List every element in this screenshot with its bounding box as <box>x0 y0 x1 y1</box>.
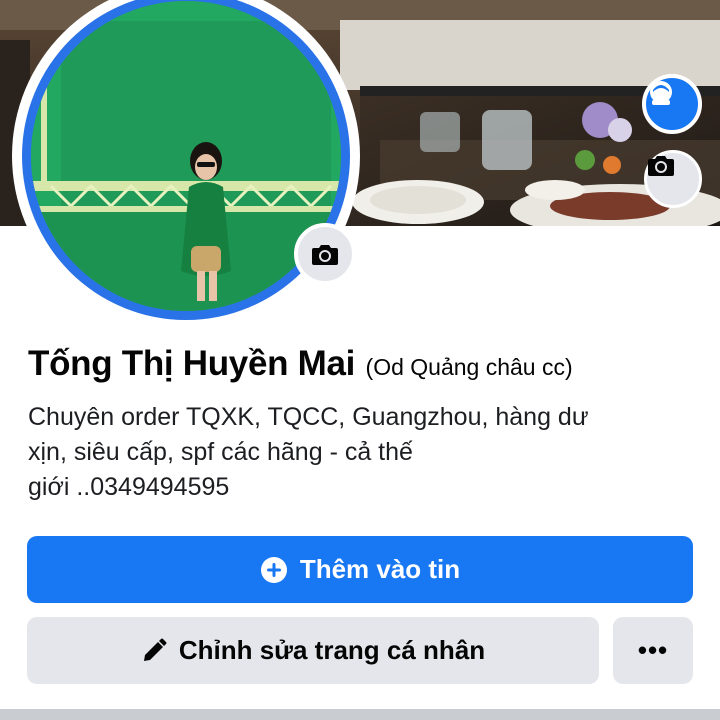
alternate-name: (Od Quảng châu cc) <box>365 354 573 380</box>
plus-circle-icon <box>260 556 288 584</box>
profile-picture[interactable] <box>12 0 360 330</box>
avatar-badge-button[interactable] <box>642 74 702 134</box>
profile-picture-image <box>31 1 341 311</box>
profile-camera-button[interactable] <box>294 223 356 285</box>
bio-line: xịn, siêu cấp, spf các hãng - cả thế <box>28 438 413 466</box>
profile-name: Tống Thị Huyền Mai <box>28 344 356 383</box>
cover-camera-button[interactable] <box>644 150 702 208</box>
more-options-button[interactable]: ••• <box>613 617 693 684</box>
profile-name-row: Tống Thị Huyền Mai (Od Quảng châu cc) <box>28 344 708 384</box>
more-options-label: ••• <box>637 635 669 665</box>
camera-icon <box>311 242 339 266</box>
bio-line: Chuyên order TQXK, TQCC, Guangzhou, hàng… <box>28 403 589 431</box>
profile-bio: Chuyên order TQXK, TQCC, Guangzhou, hàng… <box>28 400 688 505</box>
pencil-icon <box>141 638 167 664</box>
add-to-story-label: Thêm vào tin <box>299 554 461 584</box>
add-to-story-button[interactable]: Thêm vào tin <box>27 536 693 603</box>
section-divider <box>0 709 720 720</box>
edit-profile-label: Chỉnh sửa trang cá nhân <box>178 635 486 665</box>
bio-line: giới ..0349494595 <box>28 473 230 501</box>
edit-profile-button[interactable]: Chỉnh sửa trang cá nhân <box>27 617 599 684</box>
